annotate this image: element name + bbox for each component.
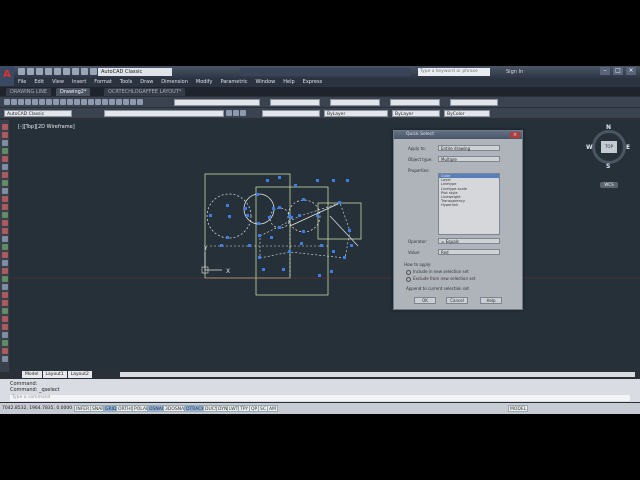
object-type-label: Object type: xyxy=(408,157,433,162)
operator-select[interactable]: = Equals xyxy=(438,238,500,244)
compass-west[interactable]: W xyxy=(586,144,593,151)
grip-points[interactable] xyxy=(209,176,353,277)
quick-select-dialog: Quick Select × Apply to: Entire drawing … xyxy=(393,130,523,310)
rectangle-right[interactable] xyxy=(317,202,362,240)
list-item[interactable]: Hyperlink xyxy=(439,203,499,207)
viewcube-top-face[interactable]: TOP xyxy=(601,141,617,153)
tab-model[interactable]: Model xyxy=(22,371,42,378)
status-toggle-infer[interactable]: INFER xyxy=(74,405,92,412)
properties-list[interactable]: Color Layer Linetype Linetype scale Plot… xyxy=(438,173,500,235)
object-type-select[interactable]: Multiple xyxy=(438,156,500,162)
ucs-y-label: Y xyxy=(203,245,208,252)
command-history-line: Command: _qselect xyxy=(10,387,60,393)
dialog-title: Quick Select xyxy=(394,131,522,139)
properties-label: Properties: xyxy=(408,168,430,173)
value-select[interactable]: Red xyxy=(438,249,500,255)
cancel-button[interactable]: Cancel xyxy=(446,297,468,304)
status-toggle-am[interactable]: AM xyxy=(267,405,278,412)
ucs-x-label: X xyxy=(226,268,230,275)
value-label: Value: xyxy=(408,250,421,255)
circle-upper[interactable] xyxy=(243,193,275,225)
model-space-button[interactable]: MODEL xyxy=(508,405,529,412)
command-input[interactable]: Type a command xyxy=(10,395,630,401)
dialog-close-button[interactable]: × xyxy=(510,132,520,138)
ok-button[interactable]: OK xyxy=(414,297,436,304)
layout-tabs: Model Layout1 Layout2 xyxy=(22,371,92,378)
rectangle-center[interactable] xyxy=(255,186,329,296)
compass-east[interactable]: E xyxy=(626,144,630,151)
status-bar: 7042.8532, 1964.7835, 0.0000 INFER SNAP GR… xyxy=(0,403,640,414)
tab-layout2[interactable]: Layout2 xyxy=(67,371,92,378)
operator-label: Operator: xyxy=(408,239,428,244)
help-button[interactable]: Help xyxy=(480,297,502,304)
exclude-radio[interactable]: Exclude from new selection set xyxy=(406,276,475,282)
command-window: Command: Command: _qselect Type a comman… xyxy=(0,379,640,402)
append-checkbox[interactable]: Append to current selection set xyxy=(406,286,469,291)
tab-layout1[interactable]: Layout1 xyxy=(42,371,67,378)
apply-to-label: Apply to: xyxy=(408,146,426,151)
line-diagonal-2[interactable] xyxy=(329,215,359,247)
include-radio[interactable]: Include in new selection set xyxy=(406,269,469,275)
line-diagonal[interactable] xyxy=(289,202,341,227)
horizontal-scrollbar[interactable] xyxy=(120,372,635,377)
compass-south[interactable]: S xyxy=(606,163,610,170)
circle-small[interactable] xyxy=(269,207,291,229)
autocad-screen: A AutoCAD Classic Type a keyword or phra… xyxy=(0,66,640,414)
how-to-apply-label: How to apply: xyxy=(404,262,432,267)
apply-to-select[interactable]: Entire drawing xyxy=(438,145,500,151)
rectangle-left[interactable] xyxy=(204,173,291,279)
coordinate-readout[interactable]: 7042.8532, 1964.7835, 0.0000 xyxy=(2,405,72,412)
drawing-geometry[interactable]: Y X xyxy=(0,66,640,414)
compass-north[interactable]: N xyxy=(606,124,611,131)
wcs-menu[interactable]: WCS xyxy=(600,182,618,188)
